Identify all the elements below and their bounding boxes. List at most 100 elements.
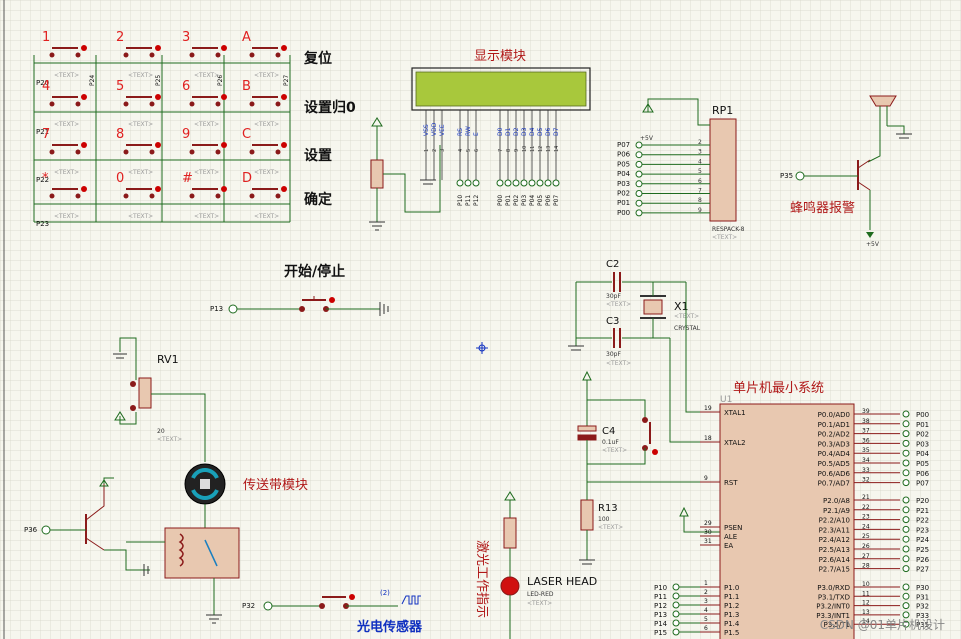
mcu-left-port-label: P14 bbox=[654, 620, 668, 628]
lcd-pin-name: D6 bbox=[545, 127, 552, 136]
lcd-port-label: P06 bbox=[545, 195, 552, 206]
key-switch-dot bbox=[155, 45, 161, 51]
mcu-left-pin-name: P1.5 bbox=[724, 629, 739, 637]
mcu-right-pin-number: 12 bbox=[862, 600, 870, 607]
mcu-right-pin-name: P2.1/A9 bbox=[823, 507, 850, 515]
c4-name: C4 bbox=[602, 426, 615, 437]
lcd-pin-name: D2 bbox=[513, 127, 520, 136]
mcu-right-port-terminal bbox=[902, 439, 910, 447]
lcd-pin-number: 12 bbox=[538, 146, 544, 152]
respack-supply: +5V bbox=[640, 135, 654, 142]
c4-value: 0.1uF bbox=[602, 439, 619, 446]
key-switch-contact bbox=[189, 101, 195, 107]
conveyor-pin: P36 bbox=[24, 526, 38, 534]
mcu-right-pin-name: P3.0/RXD bbox=[817, 584, 850, 592]
key-switch-contact bbox=[215, 52, 221, 58]
key-switch-contact bbox=[149, 52, 155, 58]
key-switch-contact bbox=[249, 193, 255, 199]
mcu-right-pin-name: P0.5/AD5 bbox=[818, 460, 850, 468]
respack-pin-number: 3 bbox=[698, 149, 702, 156]
mcu-left-pin-number: 6 bbox=[704, 625, 708, 632]
lcd-pin-number: 4 bbox=[458, 149, 464, 152]
key-switch-dot bbox=[155, 142, 161, 148]
lcd-pin-name: RS bbox=[457, 128, 464, 136]
keypad-side-label: 设置 bbox=[304, 147, 332, 164]
rv1-name: RV1 bbox=[157, 353, 179, 366]
key-switch-dot bbox=[155, 186, 161, 192]
mcu-left-port-terminal bbox=[672, 601, 680, 609]
laser-name: LASER HEAD bbox=[527, 575, 597, 588]
respack-pin-number: 6 bbox=[698, 178, 702, 185]
lcd-pin-number: 13 bbox=[546, 146, 552, 152]
mcu-left-pin-number: 4 bbox=[704, 607, 708, 614]
mcu-right-port-terminal bbox=[902, 555, 910, 563]
mcu-right-pin-name: P0.6/AD6 bbox=[818, 470, 851, 478]
key-label: 1 bbox=[42, 30, 50, 45]
mcu-right-port-label: P31 bbox=[916, 593, 929, 601]
respack-pin-number: 4 bbox=[698, 158, 702, 165]
key-label: # bbox=[182, 171, 193, 186]
key-label: 6 bbox=[182, 79, 190, 94]
mcu-right-pin-name: P2.0/A8 bbox=[823, 497, 850, 505]
r13-name: R13 bbox=[598, 503, 618, 514]
respack-terminal bbox=[635, 199, 643, 207]
mcu-right-pin-name: P0.2/AD2 bbox=[818, 431, 850, 439]
keypad-side-label: 设置归0 bbox=[304, 99, 356, 116]
mcu-right-pin-name: P2.7/A15 bbox=[819, 566, 850, 574]
mcu-right-port-label: P21 bbox=[916, 507, 929, 515]
mcu-left-pin-number: 29 bbox=[704, 520, 712, 527]
key-label: A bbox=[242, 30, 251, 45]
lcd-port-terminal bbox=[536, 179, 544, 187]
lcd-pin-name: D1 bbox=[505, 127, 512, 136]
respack-terminal bbox=[635, 151, 643, 159]
mcu-right-port-label: P04 bbox=[916, 450, 930, 458]
watermark: CSDN @01单片机设计 bbox=[819, 618, 945, 632]
key-switch-dot bbox=[81, 94, 87, 100]
mcu-right-port-terminal bbox=[902, 469, 910, 477]
conveyor-label: 传送带模块 bbox=[243, 478, 308, 493]
keypad-col-pin: P26 bbox=[217, 75, 224, 86]
mcu-left-pin-name: RST bbox=[724, 479, 738, 487]
key-switch-contact bbox=[149, 193, 155, 199]
mcu-right-port-label: P30 bbox=[916, 584, 929, 592]
key-switch-dot bbox=[221, 186, 227, 192]
key-text-placeholder: <TEXT> bbox=[254, 213, 279, 220]
mcu-left-pin-number: 1 bbox=[704, 580, 708, 587]
mcu-right-pin-name: P0.1/AD1 bbox=[818, 421, 850, 429]
mcu-right-port-label: P05 bbox=[916, 460, 929, 468]
mcu-left-pin-name: P1.0 bbox=[724, 584, 739, 592]
mcu-right-pin-name: P0.7/AD7 bbox=[818, 480, 850, 488]
mcu-right-pin-number: 26 bbox=[862, 543, 870, 550]
key-switch-dot bbox=[221, 142, 227, 148]
buzzer-pin: P35 bbox=[780, 172, 793, 180]
mcu-right-pin-number: 24 bbox=[862, 523, 870, 530]
key-switch-contact bbox=[75, 52, 81, 58]
lcd-pin-number: 7 bbox=[498, 149, 504, 152]
lcd-pin-number: 14 bbox=[554, 146, 560, 152]
key-switch-contact bbox=[49, 52, 55, 58]
mcu-left-pin-name: P1.4 bbox=[724, 620, 740, 628]
mcu-right-pin-name: P2.4/A12 bbox=[819, 536, 850, 544]
sensor-label: 光电传感器 bbox=[356, 619, 423, 635]
key-switch-contact bbox=[149, 101, 155, 107]
mcu-left-pin-number: 18 bbox=[704, 435, 712, 442]
c2-name: C2 bbox=[606, 259, 619, 270]
c3-value: 30pF bbox=[606, 351, 621, 358]
lcd-pin-name: D4 bbox=[529, 127, 536, 136]
mcu-right-port-label: P24 bbox=[916, 536, 930, 544]
key-text-placeholder: <TEXT> bbox=[194, 169, 219, 176]
keypad-side-label: 复位 bbox=[303, 50, 332, 67]
mcu-right-port-label: P01 bbox=[916, 421, 929, 429]
mcu-right-port-terminal bbox=[902, 506, 910, 514]
mcu-left-pin-number: 2 bbox=[704, 589, 708, 596]
key-switch-contact bbox=[275, 193, 281, 199]
lcd-port-terminal bbox=[520, 179, 528, 187]
relay-body bbox=[164, 527, 240, 579]
key-switch-dot bbox=[281, 45, 287, 51]
rv1-text-placeholder: <TEXT> bbox=[157, 436, 182, 443]
c2-value: 30pF bbox=[606, 293, 621, 300]
mcu-left-port-terminal bbox=[672, 583, 680, 591]
mcu-left-pin-number: 31 bbox=[704, 538, 712, 545]
mcu-right-pin-number: 21 bbox=[862, 494, 870, 501]
mcu-left-pin-number: 30 bbox=[704, 529, 712, 536]
